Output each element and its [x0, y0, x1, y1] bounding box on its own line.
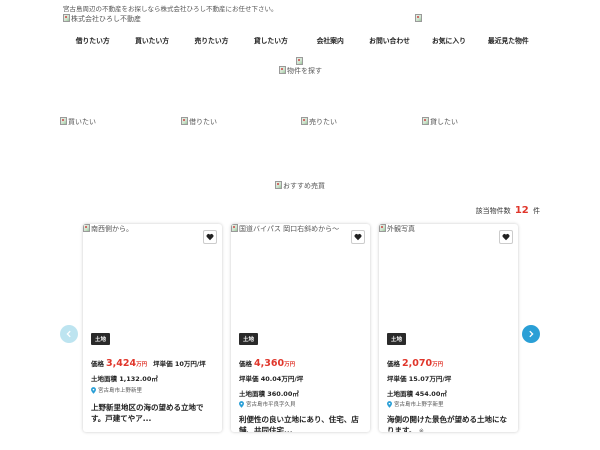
- broken-image-icon: [296, 57, 303, 65]
- category-buy[interactable]: 買いたい: [60, 117, 96, 127]
- chevron-left-icon: [66, 330, 71, 338]
- nav-item-contact[interactable]: お問い合わせ: [360, 33, 419, 47]
- hero-image: [296, 57, 303, 65]
- property-price: 価格 4,360万円: [239, 358, 295, 369]
- property-photo-alt: 外観写真: [387, 225, 415, 233]
- property-photo: 国道バイパス 岡口右斜めから～: [231, 224, 339, 234]
- nav-item-sell[interactable]: 売りたい方: [182, 33, 241, 47]
- property-count-label: 該当物件数: [475, 207, 511, 215]
- property-description: 上野新里地区の海の望める立地です。戸建てやア...: [91, 402, 215, 424]
- carousel-prev-button[interactable]: [60, 325, 78, 343]
- favorite-button[interactable]: [351, 230, 365, 244]
- description-text: 上野新里地区の海の望める立地です。戸建てやア...: [91, 403, 204, 423]
- property-card[interactable]: 国道バイパス 岡口右斜めから～ 土地 価格 4,360万円 坪単価 40.04万円…: [231, 224, 370, 432]
- category-lease[interactable]: 貸したい: [422, 117, 458, 127]
- property-count-number: 12: [514, 205, 529, 216]
- price-label: 価格: [91, 360, 104, 368]
- map-pin-icon: [239, 400, 244, 408]
- land-area: 土地面積 1,132.00㎡: [91, 375, 158, 383]
- land-area: 土地面積 454.00㎡: [387, 390, 447, 398]
- header-banner-image: [415, 14, 422, 22]
- broken-image-icon: [275, 181, 282, 189]
- heart-icon: [502, 234, 510, 241]
- price-per-tsubo: 坪単価 15.07万円/坪: [387, 375, 452, 383]
- property-count-suffix: 件: [533, 207, 540, 215]
- site-tagline: 宮古島周辺の不動産をお探しなら株式会社ひろし不動産にお任せ下さい。: [63, 5, 278, 13]
- broken-image-icon: [422, 117, 429, 125]
- location-text: 宮古島市上野字新里: [394, 402, 444, 408]
- site-logo[interactable]: 株式会社ひろし不動産: [63, 14, 141, 24]
- price-per-tsubo: 坪単価 10万円/坪: [153, 360, 206, 368]
- map-pin-icon: [91, 386, 96, 394]
- favorite-button[interactable]: [203, 230, 217, 244]
- property-location: 宮古島市上野字新里: [387, 400, 444, 408]
- property-location: 宮古島市上野新里: [91, 386, 142, 394]
- category-sell[interactable]: 売りたい: [301, 117, 337, 127]
- property-description: 利便性の良い立地にあり、住宅、店舗、共同住宅...: [239, 414, 363, 432]
- broken-image-icon: [231, 224, 238, 232]
- category-lease-alt: 貸したい: [430, 118, 458, 126]
- price-unit: 万円: [432, 362, 444, 368]
- broken-image-icon: [415, 14, 422, 22]
- heart-icon: [206, 234, 214, 241]
- heart-icon: [354, 234, 362, 241]
- property-price: 価格 2,070万円: [387, 358, 443, 369]
- site-logo-alt: 株式会社ひろし不動産: [71, 15, 141, 23]
- property-description: 海側の開けた景色が望める土地になります。 ※...: [387, 414, 511, 432]
- property-card[interactable]: 南西側から。 土地 価格 3,424万円 坪単価 10万円/坪 土地面積 1,132…: [83, 224, 222, 432]
- recommend-alt: おすすめ売買: [283, 182, 325, 190]
- category-rent[interactable]: 借りたい: [181, 117, 217, 127]
- nav-item-recently-viewed[interactable]: 最近見た物件: [479, 33, 538, 47]
- nav-item-buy[interactable]: 買いたい方: [122, 33, 181, 47]
- category-buy-alt: 買いたい: [68, 118, 96, 126]
- nav-item-company[interactable]: 会社案内: [301, 33, 360, 47]
- property-count: 該当物件数 12 件: [476, 205, 540, 216]
- price-amount: 4,360: [254, 358, 285, 369]
- price-unit: 万円: [136, 362, 148, 368]
- property-photo: 外観写真: [379, 224, 415, 234]
- category-rent-alt: 借りたい: [189, 118, 217, 126]
- description-text: 海側の開けた景色が望める土地になります。: [387, 415, 507, 432]
- broken-image-icon: [301, 117, 308, 125]
- chevron-right-icon: [529, 330, 534, 338]
- carousel-next-button[interactable]: [522, 325, 540, 343]
- category-sell-alt: 売りたい: [309, 118, 337, 126]
- location-text: 宮古島市上野新里: [98, 388, 143, 394]
- property-card[interactable]: 外観写真 土地 価格 2,070万円 坪単価 15.07万円/坪 土地面積 454…: [379, 224, 518, 432]
- property-photo: 南西側から。: [83, 224, 133, 234]
- nav-item-lease[interactable]: 貸したい方: [241, 33, 300, 47]
- recommend-sale-heading-image: おすすめ売買: [275, 181, 325, 191]
- description-more: ※...: [418, 428, 430, 432]
- price-label: 価格: [387, 360, 400, 368]
- price-amount: 2,070: [402, 358, 433, 369]
- broken-image-icon: [83, 224, 90, 232]
- favorite-button[interactable]: [499, 230, 513, 244]
- map-pin-icon: [387, 400, 392, 408]
- property-type-badge: 土地: [387, 333, 407, 345]
- property-photo-alt: 南西側から。: [91, 225, 133, 233]
- nav-item-favorites[interactable]: お気に入り: [419, 33, 478, 47]
- price-per-tsubo: 坪単価 40.04万円/坪: [239, 375, 304, 383]
- broken-image-icon: [379, 224, 386, 232]
- property-photo-alt: 国道バイパス 岡口右斜めから～: [239, 225, 340, 233]
- property-type-badge: 土地: [91, 333, 111, 345]
- description-text: 利便性の良い立地にあり、住宅、店舗、共同住宅...: [239, 415, 359, 432]
- search-property-alt: 物件を探す: [287, 67, 322, 75]
- broken-image-icon: [63, 14, 70, 22]
- location-text: 宮古島市平良字久貝: [246, 402, 296, 408]
- nav-item-rent[interactable]: 借りたい方: [63, 33, 122, 47]
- property-location: 宮古島市平良字久貝: [239, 400, 296, 408]
- price-unit: 万円: [284, 362, 296, 368]
- main-nav: 借りたい方 買いたい方 売りたい方 貸したい方 会社案内 お問い合わせ お気に入…: [63, 33, 538, 47]
- price-amount: 3,424: [106, 358, 137, 369]
- broken-image-icon: [60, 117, 67, 125]
- search-property-heading-image: 物件を探す: [279, 66, 322, 76]
- property-price: 価格 3,424万円 坪単価 10万円/坪: [91, 358, 206, 369]
- price-label: 価格: [239, 360, 252, 368]
- property-type-badge: 土地: [239, 333, 259, 345]
- broken-image-icon: [181, 117, 188, 125]
- broken-image-icon: [279, 66, 286, 74]
- land-area: 土地面積 360.00㎡: [239, 390, 299, 398]
